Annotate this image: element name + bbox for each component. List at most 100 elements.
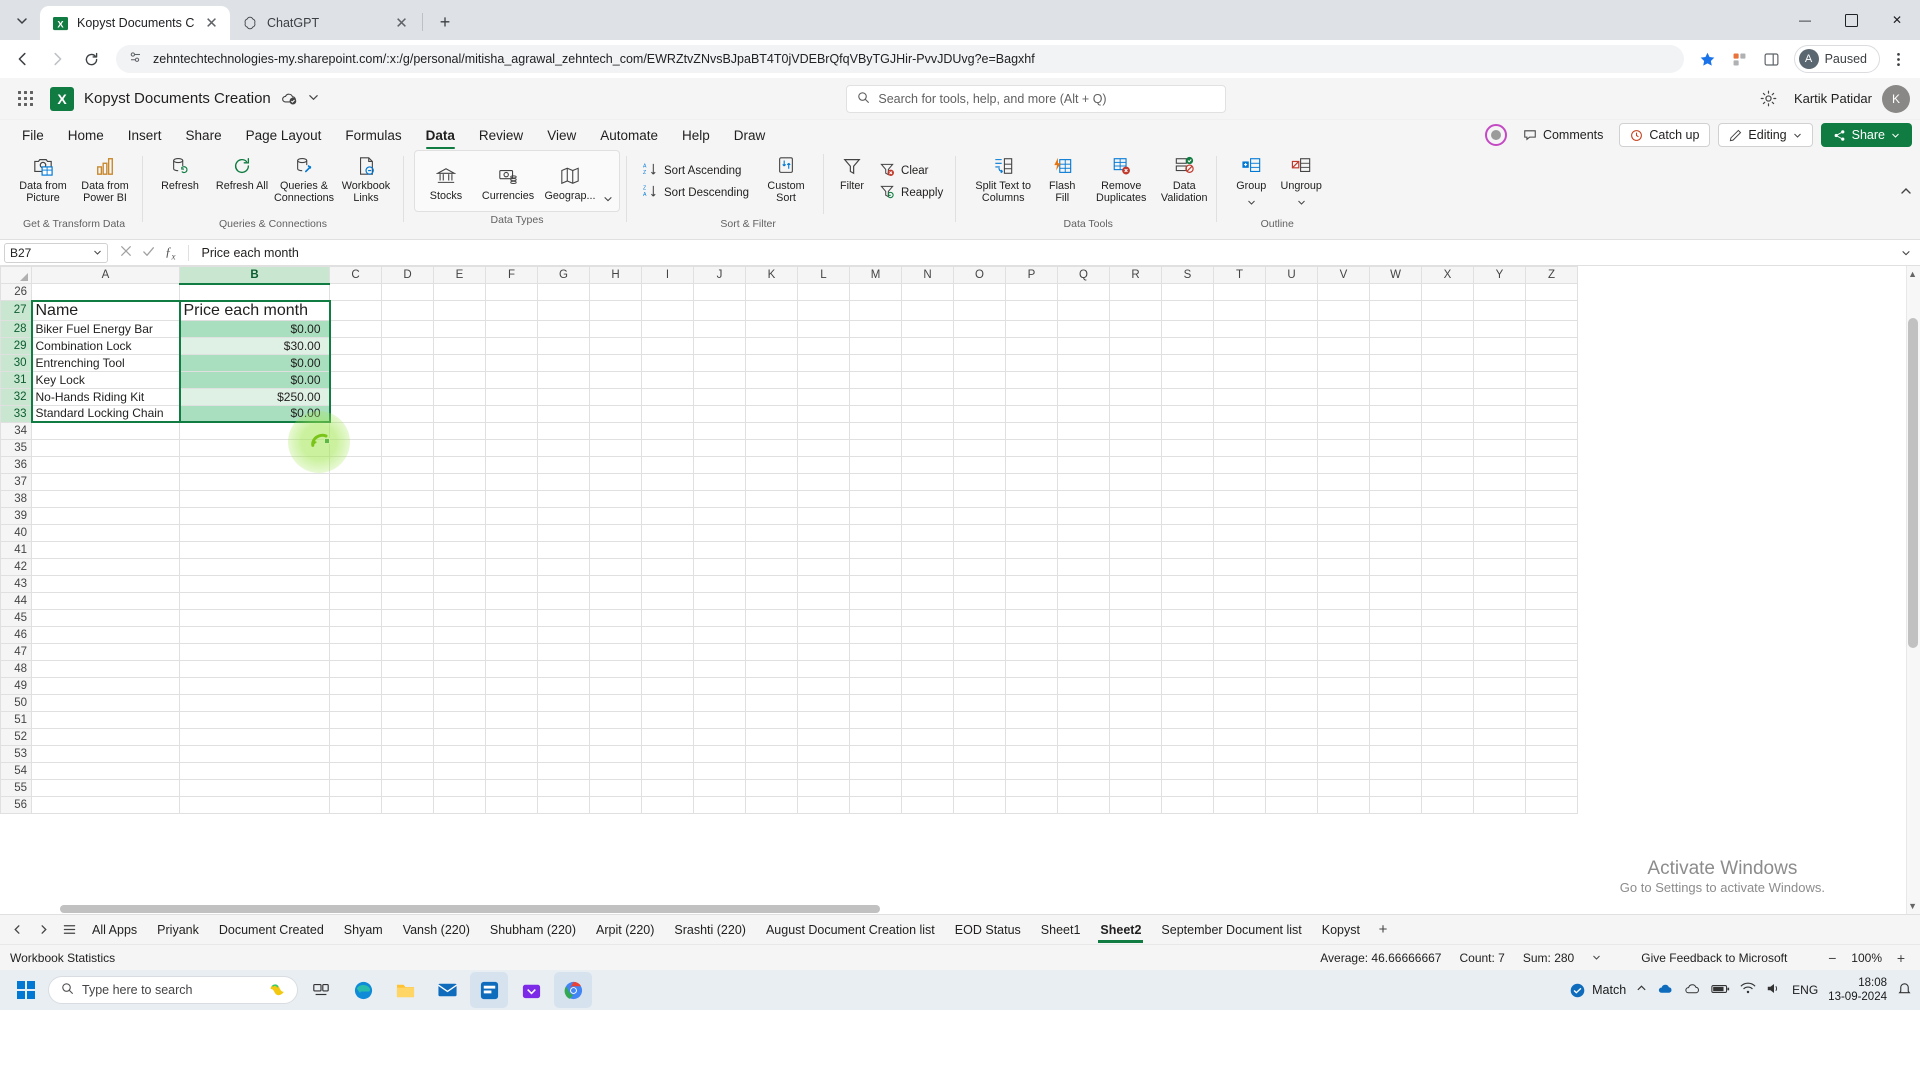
cell-E46[interactable] [433, 626, 486, 644]
cell-N31[interactable] [901, 371, 954, 389]
row-header-30[interactable]: 30 [0, 353, 33, 372]
cell-G28[interactable] [537, 320, 590, 338]
cell-I39[interactable] [641, 507, 694, 525]
cell-Y53[interactable] [1473, 745, 1526, 763]
cell-D26[interactable] [381, 283, 434, 301]
cell-H40[interactable] [589, 524, 642, 542]
cell-Y47[interactable] [1473, 643, 1526, 661]
cell-I30[interactable] [641, 354, 694, 372]
cell-M51[interactable] [849, 711, 902, 729]
cell-P39[interactable] [1005, 507, 1058, 525]
cell-W40[interactable] [1369, 524, 1422, 542]
cell-A40[interactable] [31, 524, 180, 542]
cell-N32[interactable] [901, 388, 954, 406]
cell-B45[interactable] [179, 609, 330, 627]
select-all-corner[interactable] [0, 266, 32, 284]
sheet-tab-srashti-220[interactable]: Srashti (220) [664, 915, 756, 944]
cell-J38[interactable] [693, 490, 746, 508]
cell-L27[interactable] [797, 300, 850, 321]
cell-C50[interactable] [329, 694, 382, 712]
cell-K32[interactable] [745, 388, 798, 406]
cell-H36[interactable] [589, 456, 642, 474]
maximize-button[interactable] [1828, 0, 1874, 40]
cell-H31[interactable] [589, 371, 642, 389]
cell-O35[interactable] [953, 439, 1006, 457]
cell-Q55[interactable] [1057, 779, 1110, 797]
cell-C42[interactable] [329, 558, 382, 576]
cell-H48[interactable] [589, 660, 642, 678]
cell-U47[interactable] [1265, 643, 1318, 661]
refresh-button[interactable]: Refresh [149, 150, 211, 192]
cell-I26[interactable] [641, 283, 694, 301]
cell-R44[interactable] [1109, 592, 1162, 610]
cell-T36[interactable] [1213, 456, 1266, 474]
cell-G42[interactable] [537, 558, 590, 576]
cell-N48[interactable] [901, 660, 954, 678]
column-header-r[interactable]: R [1109, 266, 1162, 284]
cell-I52[interactable] [641, 728, 694, 746]
catch-up-button[interactable]: Catch up [1619, 123, 1711, 147]
cell-M45[interactable] [849, 609, 902, 627]
cell-Z54[interactable] [1525, 762, 1578, 780]
cell-B41[interactable] [179, 541, 330, 559]
cell-Q38[interactable] [1057, 490, 1110, 508]
cell-S35[interactable] [1161, 439, 1214, 457]
cell-M43[interactable] [849, 575, 902, 593]
cell-U31[interactable] [1265, 371, 1318, 389]
cell-W49[interactable] [1369, 677, 1422, 695]
cell-M39[interactable] [849, 507, 902, 525]
cell-P35[interactable] [1005, 439, 1058, 457]
cell-W54[interactable] [1369, 762, 1422, 780]
cell-O36[interactable] [953, 456, 1006, 474]
cell-O42[interactable] [953, 558, 1006, 576]
cell-P52[interactable] [1005, 728, 1058, 746]
cell-Y34[interactable] [1473, 422, 1526, 440]
cell-E48[interactable] [433, 660, 486, 678]
row-header-51[interactable]: 51 [0, 710, 32, 729]
cell-J51[interactable] [693, 711, 746, 729]
cell-M55[interactable] [849, 779, 902, 797]
column-header-y[interactable]: Y [1473, 266, 1526, 284]
cell-A41[interactable] [31, 541, 180, 559]
cell-U46[interactable] [1265, 626, 1318, 644]
sheet-tab-document-created[interactable]: Document Created [209, 915, 334, 944]
vertical-scroll-thumb[interactable] [1908, 318, 1918, 648]
cell-A42[interactable] [31, 558, 180, 576]
cell-P53[interactable] [1005, 745, 1058, 763]
cell-B39[interactable] [179, 507, 330, 525]
cell-E38[interactable] [433, 490, 486, 508]
cell-S28[interactable] [1161, 320, 1214, 338]
cell-M35[interactable] [849, 439, 902, 457]
cell-K44[interactable] [745, 592, 798, 610]
cell-M27[interactable] [849, 300, 902, 321]
file-explorer-icon[interactable] [386, 972, 424, 1008]
cell-Y45[interactable] [1473, 609, 1526, 627]
cell-K53[interactable] [745, 745, 798, 763]
cell-E44[interactable] [433, 592, 486, 610]
cell-Z32[interactable] [1525, 388, 1578, 406]
row-header-35[interactable]: 35 [0, 438, 32, 457]
row-header-48[interactable]: 48 [0, 659, 32, 678]
cell-H52[interactable] [589, 728, 642, 746]
cell-V51[interactable] [1317, 711, 1370, 729]
cell-B31[interactable]: $0.00 [178, 371, 331, 389]
cell-G32[interactable] [537, 388, 590, 406]
cell-G50[interactable] [537, 694, 590, 712]
cell-X43[interactable] [1421, 575, 1474, 593]
cell-L26[interactable] [797, 283, 850, 301]
cell-N33[interactable] [901, 405, 954, 423]
cell-W52[interactable] [1369, 728, 1422, 746]
cell-R30[interactable] [1109, 354, 1162, 372]
column-header-h[interactable]: H [589, 266, 642, 284]
cell-D42[interactable] [381, 558, 434, 576]
cell-Z29[interactable] [1525, 337, 1578, 355]
cell-E51[interactable] [433, 711, 486, 729]
cell-B35[interactable] [179, 439, 330, 457]
cell-X31[interactable] [1421, 371, 1474, 389]
site-settings-icon[interactable] [128, 50, 143, 68]
extensions-icon[interactable] [1726, 45, 1754, 73]
cell-E26[interactable] [433, 283, 486, 301]
reapply-filter-button[interactable]: Reapply [874, 182, 949, 204]
cell-N35[interactable] [901, 439, 954, 457]
cell-W37[interactable] [1369, 473, 1422, 491]
